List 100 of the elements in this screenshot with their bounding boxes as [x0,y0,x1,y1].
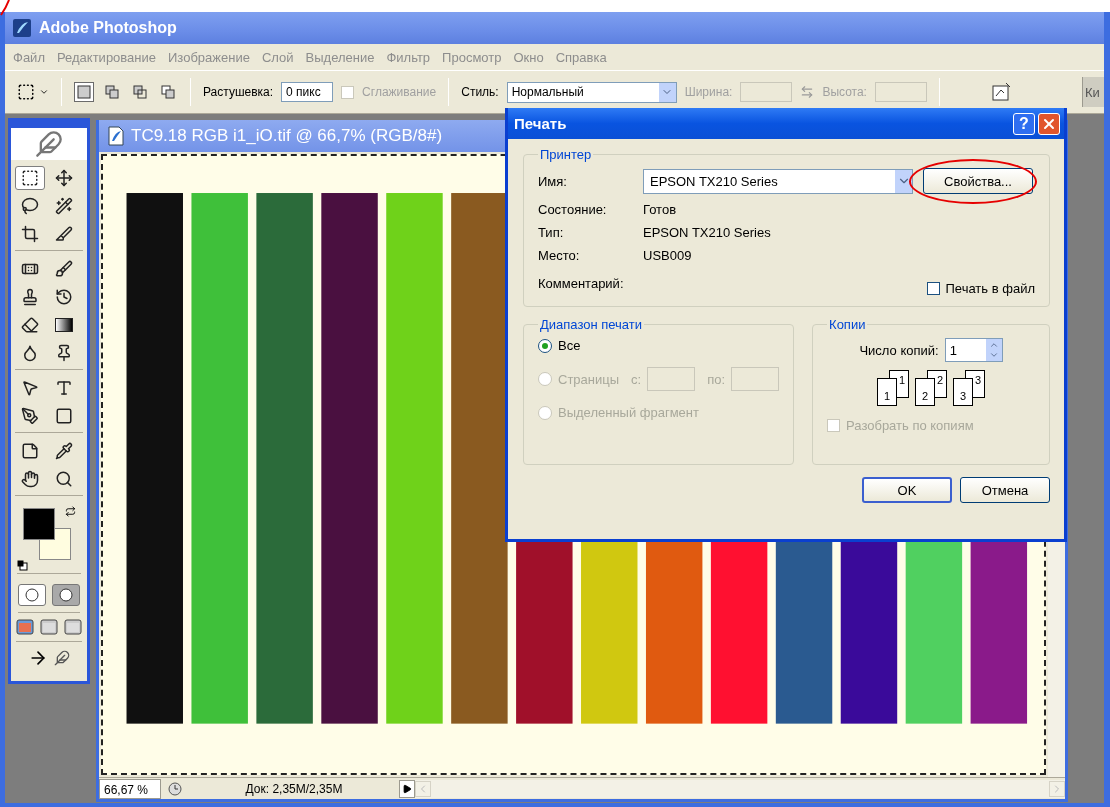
checkbox-label: Печать в файл [945,281,1035,296]
selection-mode-icon [105,85,119,99]
menu-item[interactable]: Просмотр [442,49,502,65]
selection-mode-icon [161,85,175,99]
magic-wand-icon [55,197,73,215]
menu-item[interactable]: Изображение [168,49,250,65]
to-page-field[interactable] [731,367,780,391]
dialog-button[interactable]: Отмена [960,477,1050,503]
height-label: Высота: [822,85,867,99]
swap-colors-icon[interactable] [65,506,76,517]
palette-well-icon[interactable] [991,82,1012,102]
field-value: EPSON TX210 Series [643,225,772,240]
menu-item[interactable]: Окно [513,49,544,65]
from-page-field[interactable] [647,367,696,391]
selection-mode-button[interactable] [130,82,150,102]
pointer-icon [21,379,39,397]
radio-label: Выделенный фрагмент [558,405,699,420]
field-label: Состояние: [538,202,608,217]
marquee-icon [17,83,35,101]
radio-button[interactable] [538,338,552,353]
rectangle-icon [55,407,73,425]
history-icon [55,288,73,306]
lasso-icon [21,197,39,215]
standard-mode-button[interactable] [18,584,46,606]
copies-spinbox[interactable]: 1 [944,338,1003,362]
status-menu-button[interactable] [399,779,415,798]
circle-icon [25,588,39,602]
menu-item[interactable]: Редактирование [56,49,156,65]
field-label: Место: [538,248,581,263]
field-value: USB009 [643,248,693,263]
menu-item[interactable]: Файл [13,49,45,65]
printer-select[interactable]: EPSON TX210 Series [643,168,913,194]
menu-item[interactable]: Фильтр [386,49,431,65]
field-label: по: [707,371,726,387]
selection-mode-icon [133,85,147,99]
properties-button[interactable]: Свойства... [923,168,1033,194]
screen-mode-icon[interactable] [40,619,58,635]
document-title: TC9.18 RGB i1_iO.tif @ 66,7% (RGB/8#) [131,126,443,146]
triangle-icon [402,783,412,794]
field-label: с: [631,371,642,387]
document-icon [107,126,125,146]
feather-field[interactable]: 0 пикс [281,82,334,102]
zoom-icon [55,470,73,488]
page-sheet: 2 [915,378,936,406]
dialog-button[interactable]: OK [862,477,952,503]
screen-mode-icon[interactable] [16,619,34,635]
menu-item[interactable]: Справка [555,49,607,65]
status-menu-icon[interactable] [167,780,183,797]
note-icon [21,442,39,460]
print-to-file-checkbox[interactable] [926,282,940,295]
dialog-title: Печать [514,115,567,132]
style-select[interactable]: Нормальный [506,81,677,103]
height-field[interactable] [874,82,927,102]
annotation-mark [0,0,12,16]
selection-mode-button[interactable] [102,82,122,102]
pen-icon [21,407,39,425]
palette-tab[interactable]: Ки [1082,77,1104,107]
style-label: Стиль: [461,85,499,99]
field-value: Готов [643,202,678,217]
quick-mask-button[interactable] [52,584,80,606]
eyedropper-icon [55,442,73,460]
page-sheet: 3 [953,378,974,406]
antialias-label: Сглаживание [362,85,437,99]
help-button[interactable]: ? [1013,112,1035,135]
feather-label: Растушевка: [203,85,274,99]
marquee-tool[interactable] [15,166,45,190]
document-info: Док: 2,35M/2,35M [244,781,344,796]
zoom-field[interactable]: 66,67 % [99,778,161,799]
feather-icon[interactable] [54,650,70,666]
marquee-tool-picker[interactable] [17,83,49,101]
stamp-icon [21,288,39,306]
foreground-color-swatch[interactable] [23,508,55,540]
eraser-icon [21,316,39,334]
screen-mode-icon[interactable] [64,619,82,635]
feather-icon [35,130,63,158]
selection-mode-icon [77,85,91,99]
caret-icon [39,87,49,97]
selection-mode-button[interactable] [74,82,94,102]
selection-mode-button[interactable] [158,82,178,102]
group-title: Принтер [539,147,593,162]
close-button[interactable] [1038,112,1060,135]
width-label: Ширина: [684,85,733,99]
app-icon [13,19,31,37]
default-colors-icon[interactable] [17,560,28,571]
drop-icon [21,344,39,362]
page-sheet: 1 [877,378,898,406]
gradient-icon [55,318,73,332]
app-title: Adobe Photoshop [39,19,177,37]
field-label: Комментарий: [538,276,625,291]
field-label: Тип: [538,225,565,240]
pin-icon [55,344,73,362]
menu-item[interactable]: Выделение [305,49,375,65]
move-icon [55,169,73,187]
circle-icon [59,588,73,602]
field-label: Число копий: [859,342,939,358]
hand-icon [21,470,39,488]
marquee-icon [21,169,39,187]
menu-item[interactable]: Слой [261,49,294,65]
group-title: Диапазон печати [539,317,644,332]
width-field[interactable] [740,82,793,102]
